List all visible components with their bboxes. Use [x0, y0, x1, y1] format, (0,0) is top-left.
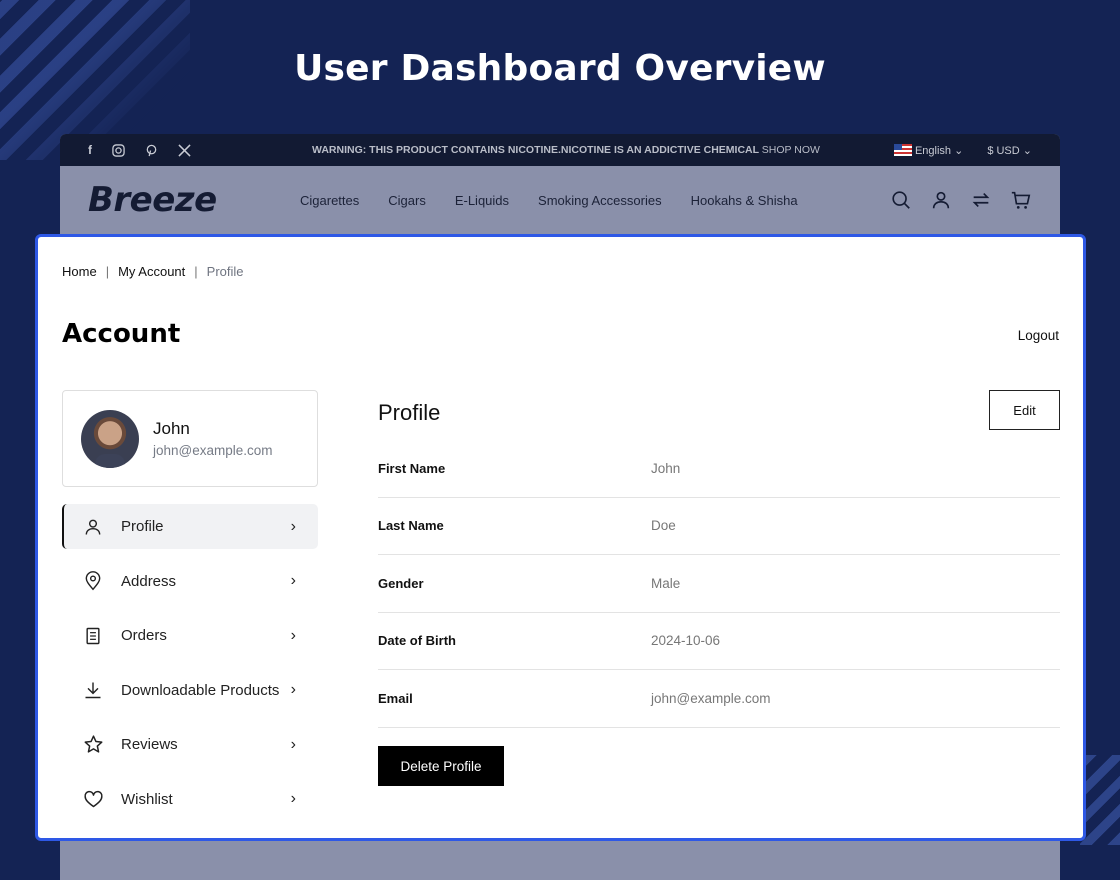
- menu-item-label: Wishlist: [121, 790, 173, 808]
- user-icon[interactable]: [930, 189, 952, 211]
- menu-item-wishlist[interactable]: Wishlist ›: [62, 777, 318, 822]
- currency-selector[interactable]: $ USD ⌄: [987, 144, 1032, 157]
- profile-row-gender: Gender Male: [378, 555, 1060, 613]
- nav-icons: [890, 189, 1032, 211]
- menu-item-label: Downloadable Products: [121, 681, 280, 699]
- pinterest-icon[interactable]: [145, 144, 158, 157]
- language-label: English: [914, 144, 952, 157]
- us-flag-icon: [893, 143, 912, 156]
- profile-row-last-name: Last Name Doe: [378, 498, 1060, 555]
- field-value: john@example.com: [651, 690, 771, 706]
- user-icon: [82, 516, 104, 538]
- main-navbar: Breeze Cigarettes Cigars E-Liquids Smoki…: [60, 166, 1060, 234]
- breadcrumb-home[interactable]: Home: [62, 264, 97, 279]
- language-selector[interactable]: English ⌄: [893, 143, 964, 157]
- logout-link[interactable]: Logout: [1018, 328, 1059, 343]
- receipt-icon: [82, 625, 104, 647]
- field-value: Male: [651, 575, 681, 591]
- profile-title: Profile: [378, 400, 441, 425]
- nav-link-hookahs-shisha[interactable]: Hookahs & Shisha: [691, 193, 798, 208]
- menu-item-label: Address: [121, 572, 177, 590]
- profile-row-email: Email john@example.com: [378, 670, 1060, 728]
- user-email: john@example.com: [153, 443, 273, 458]
- chevron-right-icon: ›: [290, 572, 296, 589]
- locale-selectors: English ⌄ $ USD ⌄: [893, 143, 1032, 157]
- facebook-icon[interactable]: f: [88, 143, 92, 157]
- menu-item-downloadable-products[interactable]: Downloadable Products ›: [62, 668, 318, 713]
- menu-item-orders[interactable]: Orders ›: [62, 613, 318, 658]
- account-card: Home | My Account | Profile Account Logo…: [35, 234, 1086, 841]
- field-label: First Name: [378, 460, 446, 476]
- brand-logo[interactable]: Breeze: [88, 180, 300, 220]
- profile-row-first-name: First Name John: [378, 440, 1060, 498]
- field-value: Doe: [651, 518, 676, 534]
- chevron-right-icon: ›: [290, 681, 296, 698]
- menu-item-label: Orders: [121, 627, 167, 644]
- user-name: John: [153, 419, 190, 438]
- cart-icon[interactable]: [1010, 189, 1032, 211]
- field-label: Gender: [378, 575, 424, 591]
- profile-row-date-of-birth: Date of Birth 2024-10-06: [378, 613, 1060, 670]
- warning-text: WARNING: THIS PRODUCT CONTAINS NICOTINE.…: [312, 144, 759, 156]
- nav-link-smoking-accessories[interactable]: Smoking Accessories: [538, 193, 662, 208]
- decorative-stripes-bottom-right: [1080, 755, 1120, 845]
- download-icon: [82, 679, 104, 701]
- chevron-right-icon: ›: [290, 517, 296, 535]
- heart-icon: [82, 788, 104, 810]
- menu-item-label: Profile: [121, 518, 164, 535]
- avatar: [81, 409, 139, 468]
- nicotine-warning: WARNING: THIS PRODUCT CONTAINS NICOTINE.…: [238, 144, 894, 156]
- search-icon[interactable]: [890, 189, 912, 211]
- x-icon[interactable]: [178, 143, 191, 157]
- star-icon: [82, 734, 104, 756]
- shop-now-link[interactable]: SHOP NOW: [762, 144, 820, 156]
- breadcrumb: Home | My Account | Profile: [62, 264, 244, 279]
- profile-fields: First Name John Last Name Doe Gender Mal…: [378, 440, 1060, 728]
- nav-link-cigarettes[interactable]: Cigarettes: [300, 193, 359, 208]
- instagram-icon[interactable]: [112, 143, 125, 157]
- breadcrumb-current: Profile: [206, 264, 244, 279]
- location-pin-icon: [82, 570, 104, 592]
- field-value: John: [651, 460, 681, 476]
- menu-item-reviews[interactable]: Reviews ›: [62, 722, 318, 767]
- breadcrumb-my-account[interactable]: My Account: [118, 264, 185, 279]
- delete-profile-button[interactable]: Delete Profile: [378, 746, 504, 786]
- chevron-right-icon: ›: [290, 735, 296, 753]
- menu-item-label: Reviews: [121, 736, 178, 753]
- breadcrumb-separator: |: [105, 264, 110, 279]
- field-value: 2024-10-06: [651, 633, 721, 649]
- field-label: Date of Birth: [378, 633, 456, 649]
- breadcrumb-separator: |: [194, 264, 198, 279]
- chevron-down-icon: ⌄: [1022, 144, 1032, 157]
- chevron-right-icon: ›: [290, 626, 296, 644]
- currency-label: $ USD: [987, 144, 1020, 157]
- compare-icon[interactable]: [970, 189, 992, 211]
- chevron-right-icon: ›: [290, 790, 296, 807]
- hero-title: User Dashboard Overview: [294, 48, 826, 89]
- page-title: Account: [62, 319, 181, 349]
- field-label: Last Name: [378, 518, 444, 534]
- edit-button[interactable]: Edit: [989, 390, 1060, 430]
- nav-links: Cigarettes Cigars E-Liquids Smoking Acce…: [300, 193, 890, 208]
- field-label: Email: [378, 690, 413, 706]
- nav-link-cigars[interactable]: Cigars: [388, 193, 426, 208]
- menu-item-address[interactable]: Address ›: [62, 559, 318, 604]
- account-menu: Profile › Address › Orders › Downloadabl…: [62, 504, 318, 831]
- nav-link-e-liquids[interactable]: E-Liquids: [455, 193, 509, 208]
- chevron-down-icon: ⌄: [954, 144, 964, 157]
- announcement-bar: f WARNING: THIS PRODUCT CONTAINS NICOTIN…: [60, 134, 1060, 166]
- menu-item-profile[interactable]: Profile ›: [62, 504, 318, 549]
- user-summary: John john@example.com: [62, 390, 318, 487]
- social-links: f: [88, 143, 238, 157]
